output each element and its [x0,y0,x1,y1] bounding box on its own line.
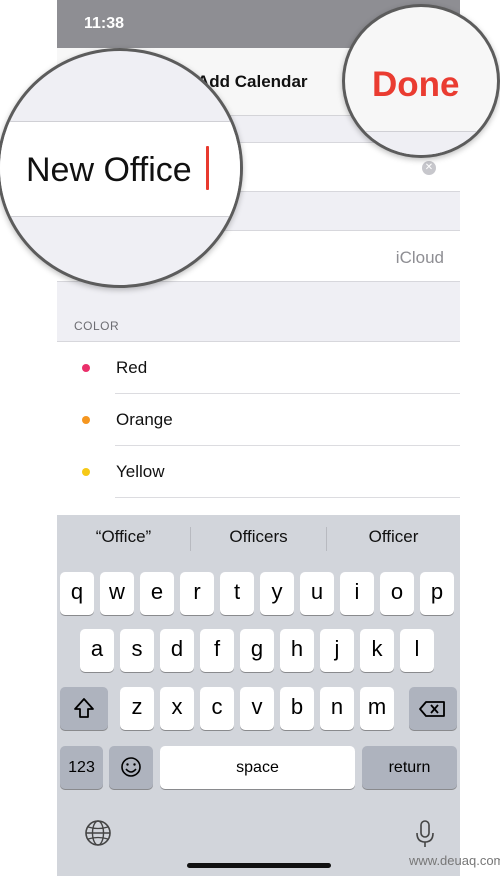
yellow-dot-icon [82,468,90,476]
key-k[interactable]: k [360,629,394,672]
key-m[interactable]: m [360,687,394,730]
globe-icon[interactable] [84,819,112,852]
key-y[interactable]: y [260,572,294,615]
suggestion-2[interactable]: Officers [191,527,326,547]
backspace-icon [419,701,445,717]
color-section-header: COLOR [74,319,120,333]
screenshot: 11:38 Add Calendar ✕ iCloud COLOR Red Or… [0,0,500,876]
calendar-name-value: New Office [26,151,192,189]
divider [115,497,460,498]
divider [345,131,497,155]
key-h[interactable]: h [280,629,314,672]
key-a[interactable]: a [80,629,114,672]
shift-key[interactable] [60,687,108,730]
red-dot-icon [82,364,90,372]
account-value: iCloud [395,248,444,267]
key-w[interactable]: w [100,572,134,615]
suggestion-3[interactable]: Officer [327,527,460,547]
shift-icon [74,698,94,718]
nav-title: Add Calendar [197,72,308,91]
microphone-icon[interactable] [415,819,435,854]
done-magnifier: Done [342,4,500,158]
keyboard: “Office” Officers Officer qwertyuiop asd… [57,515,460,876]
color-label: Red [116,358,148,377]
home-indicator [187,863,331,868]
key-t[interactable]: t [220,572,254,615]
key-b[interactable]: b [280,687,314,730]
key-i[interactable]: i [340,572,374,615]
color-option-orange[interactable]: Orange [57,394,460,446]
key-p[interactable]: p [420,572,454,615]
name-magnifier: New Office [0,48,243,288]
key-r[interactable]: r [180,572,214,615]
color-label: Yellow [116,462,165,481]
key-q[interactable]: q [60,572,94,615]
watermark: www.deuaq.com [409,853,500,868]
key-g[interactable]: g [240,629,274,672]
orange-dot-icon [82,416,90,424]
key-d[interactable]: d [160,629,194,672]
key-j[interactable]: j [320,629,354,672]
key-c[interactable]: c [200,687,234,730]
key-s[interactable]: s [120,629,154,672]
color-option-red[interactable]: Red [57,342,460,394]
key-u[interactable]: u [300,572,334,615]
key-v[interactable]: v [240,687,274,730]
emoji-icon [121,757,141,777]
key-f[interactable]: f [200,629,234,672]
emoji-key[interactable] [109,746,153,789]
delete-key[interactable] [409,687,457,730]
return-key[interactable]: return [362,746,457,789]
key-l[interactable]: l [400,629,434,672]
color-list: Red Orange Yellow [57,341,460,515]
key-o[interactable]: o [380,572,414,615]
key-e[interactable]: e [140,572,174,615]
suggestion-bar: “Office” Officers Officer [57,515,460,563]
key-x[interactable]: x [160,687,194,730]
clear-text-icon[interactable]: ✕ [422,161,436,175]
status-time: 11:38 [84,15,125,32]
numbers-key[interactable]: 123 [60,746,103,789]
key-n[interactable]: n [320,687,354,730]
color-option-yellow[interactable]: Yellow [57,446,460,498]
space-key[interactable]: space [160,746,355,789]
text-cursor [206,146,209,190]
done-button[interactable]: Done [372,65,460,105]
suggestion-1[interactable]: “Office” [57,527,190,547]
key-z[interactable]: z [120,687,154,730]
color-label: Orange [116,410,173,429]
